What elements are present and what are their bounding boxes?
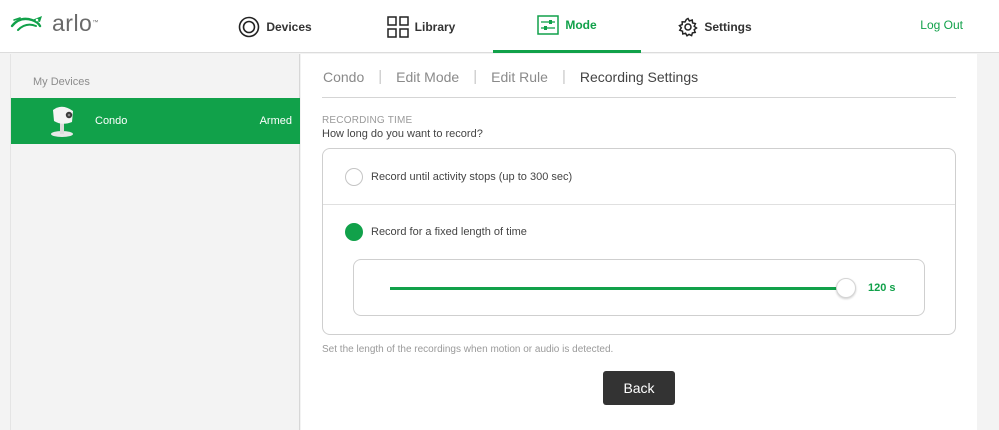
arlo-logo[interactable]: arlo ™ — [10, 8, 98, 38]
logo-wordmark: arlo — [52, 9, 93, 36]
device-name: Condo — [95, 115, 128, 127]
back-button[interactable]: Back — [603, 371, 675, 405]
camera-device-icon — [47, 104, 77, 143]
recording-time-label: RECORDING TIME — [322, 115, 413, 126]
slider-value: 120 s — [868, 282, 896, 294]
logout-link[interactable]: Log Out — [920, 18, 963, 32]
logo-trademark: ™ — [92, 20, 99, 26]
nav-library[interactable]: Library — [386, 0, 456, 53]
breadcrumb-condo[interactable]: Condo — [323, 69, 364, 85]
option-until-activity-stops[interactable]: Record until activity stops (up to 300 s… — [323, 149, 955, 205]
nav-settings[interactable]: Settings — [678, 0, 752, 53]
sidebar-heading: My Devices — [33, 76, 90, 88]
recording-time-question: How long do you want to record? — [322, 128, 483, 140]
arlo-bird-icon — [10, 16, 42, 31]
breadcrumb-separator: | — [473, 68, 478, 85]
option-fixed-length[interactable]: Record for a fixed length of time — [323, 205, 955, 259]
recording-hint: Set the length of the recordings when mo… — [322, 344, 614, 355]
option-label: Record for a fixed length of time — [371, 226, 527, 238]
sliders-icon — [537, 15, 560, 35]
radio-fixed-length[interactable] — [345, 223, 363, 241]
option-label: Record until activity stops (up to 300 s… — [371, 170, 573, 183]
breadcrumb-edit-rule[interactable]: Edit Rule — [491, 69, 548, 85]
camera-lens-icon — [238, 16, 260, 38]
nav-mode[interactable]: Mode — [493, 0, 641, 53]
nav-devices[interactable]: Devices — [238, 0, 312, 53]
devices-sidebar: My Devices Condo Armed — [10, 54, 300, 430]
breadcrumb-separator: | — [561, 68, 566, 85]
breadcrumb-divider — [322, 97, 956, 98]
recording-options: Record until activity stops (up to 300 s… — [322, 148, 956, 335]
slider-track[interactable] — [390, 287, 846, 290]
gear-icon — [678, 16, 699, 37]
recording-length-slider: 120 s — [353, 259, 925, 316]
breadcrumb-recording-settings: Recording Settings — [579, 68, 699, 85]
nav-library-label: Library — [414, 19, 456, 34]
device-item-condo[interactable]: Condo Armed — [11, 98, 300, 144]
slider-handle[interactable] — [836, 278, 856, 298]
device-status: Armed — [259, 115, 292, 127]
top-navigation-bar: arlo ™ Devices Library Mode Settings Log… — [0, 0, 999, 53]
breadcrumb-separator: | — [378, 68, 383, 85]
radio-until-activity-stops[interactable] — [345, 167, 363, 186]
breadcrumb: Condo | Edit Mode | Edit Rule | Recordin… — [323, 68, 698, 85]
grid-icon — [386, 15, 409, 38]
nav-devices-label: Devices — [266, 19, 312, 34]
nav-settings-label: Settings — [704, 19, 752, 34]
breadcrumb-edit-mode[interactable]: Edit Mode — [396, 69, 459, 85]
page-right-margin — [977, 54, 999, 430]
nav-mode-label: Mode — [565, 18, 597, 32]
recording-settings-panel: Condo | Edit Mode | Edit Rule | Recordin… — [301, 54, 977, 430]
